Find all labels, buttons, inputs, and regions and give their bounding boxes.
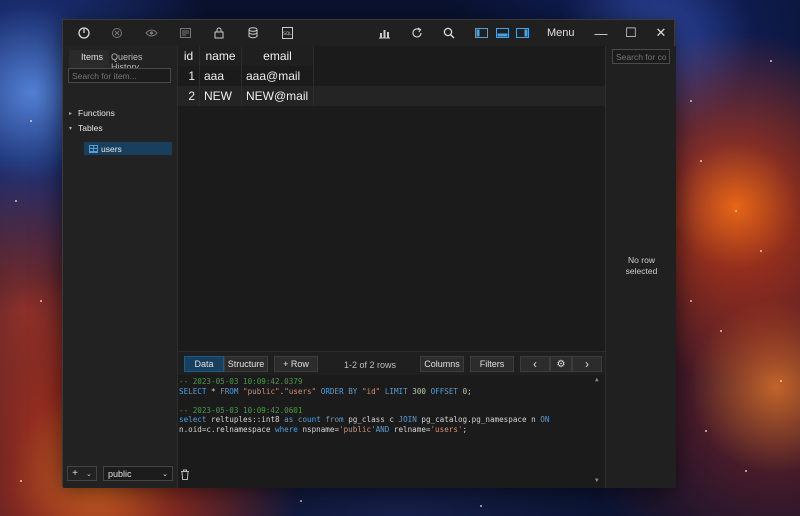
grid-header: id name email [178,46,314,66]
menu-button[interactable]: Menu [547,27,575,39]
empty-state-line: selected [625,266,658,276]
cell-name[interactable]: aaa [200,66,242,86]
log-scrollbar[interactable]: ▲ ▼ [595,375,603,488]
schema-select[interactable]: public ⌄ [103,466,173,481]
column-header-name[interactable]: name [200,46,242,66]
sidebar: Items Queries History ▸ Functions ▾ Tabl… [63,46,178,488]
next-page-button[interactable]: › [572,356,602,372]
title-bar: SQL Menu — ☐ ✕ [63,20,674,46]
close-button[interactable]: ✕ [653,25,669,41]
schema-value: public [108,468,132,479]
sidebar-footer: + ⌄ public ⌄ [67,466,173,481]
table-row[interactable]: 2 NEW NEW@mail [178,86,605,106]
log-comment: -- 2023-05-03 10:09:42.0379 [179,377,303,386]
tree-item-label: users [101,144,122,154]
filter-icon[interactable] [178,26,192,40]
scroll-up-icon[interactable]: ▲ [595,375,599,385]
add-row-button[interactable]: + Row [274,356,318,372]
app-window: SQL Menu — ☐ ✕ Items Queries History Sea… [62,19,676,488]
chart-icon[interactable] [377,26,391,40]
cell-id[interactable]: 1 [178,66,200,86]
maximize-button[interactable]: ☐ [623,25,639,41]
tab-structure[interactable]: Structure [224,356,268,372]
svg-text:SQL: SQL [283,31,292,36]
log-sql: select reltuples::int8 as count from pg_… [179,415,550,425]
database-icon[interactable] [246,26,260,40]
disconnect-icon[interactable] [77,26,91,40]
tree-item-users[interactable]: users [89,144,122,154]
empty-state: No row selected [606,255,677,277]
chevron-right-icon: ▸ [69,110,73,117]
log-sql: n.oid=c.relnamespace where nspname='publ… [179,424,468,434]
add-button[interactable]: + ⌄ [67,466,97,481]
minimize-button[interactable]: — [593,25,609,41]
chevron-down-icon: ▾ [69,125,73,132]
tree-item-tables[interactable]: ▾ Tables [69,123,103,133]
prev-page-button[interactable]: ‹ [520,356,550,372]
search-icon[interactable] [442,26,456,40]
log-comment: -- 2023-05-03 10:09:42.0601 [179,405,303,415]
plus-icon: + [72,468,78,479]
tab-data[interactable]: Data [184,356,224,372]
column-header-id[interactable]: id [178,46,200,66]
chevron-down-icon: ⌄ [162,470,168,478]
data-toolbar: Data Structure + Row 1-2 of 2 rows Colum… [178,351,605,375]
sql-icon[interactable]: SQL [280,26,294,40]
filters-button[interactable]: Filters [470,356,514,372]
scroll-down-icon[interactable]: ▼ [595,476,599,486]
main-panel: id name email 1 aaa aaa@mail 2 NEW NEW@m… [178,46,605,488]
tree-item-label: Functions [78,108,115,118]
cell-id[interactable]: 2 [178,86,200,106]
preview-icon[interactable] [144,26,158,40]
cell-name[interactable]: NEW [200,86,242,106]
table-row[interactable]: 1 aaa aaa@mail [178,66,605,86]
tree-item-label: Tables [78,123,103,133]
column-header-email[interactable]: email [242,46,314,66]
lock-icon[interactable] [212,26,226,40]
column-search-input[interactable] [612,49,670,64]
cancel-icon[interactable] [110,26,124,40]
table-icon [89,145,98,153]
layout-bottom-icon[interactable] [495,26,509,40]
query-log[interactable]: -- 2023-05-03 10:09:42.0379 SELECT * FRO… [178,375,605,488]
cell-email[interactable]: NEW@mail [242,86,314,106]
sidebar-search-input[interactable] [68,68,171,83]
row-detail-panel: No row selected [605,46,676,488]
refresh-icon[interactable] [410,26,424,40]
chevron-down-icon: ⌄ [86,470,92,478]
layout-right-icon[interactable] [515,26,529,40]
trash-icon[interactable] [180,469,190,483]
log-spacer [179,396,605,406]
row-count: 1-2 of 2 rows [344,360,397,370]
log-sql: SELECT * FROM "public"."users" ORDER BY … [179,386,472,396]
cell-email[interactable]: aaa@mail [242,66,314,86]
columns-button[interactable]: Columns [420,356,464,372]
empty-state-line: No row [628,255,655,265]
settings-icon[interactable]: ⚙ [550,356,572,372]
tree-item-functions[interactable]: ▸ Functions [69,108,115,118]
layout-left-icon[interactable] [474,26,488,40]
